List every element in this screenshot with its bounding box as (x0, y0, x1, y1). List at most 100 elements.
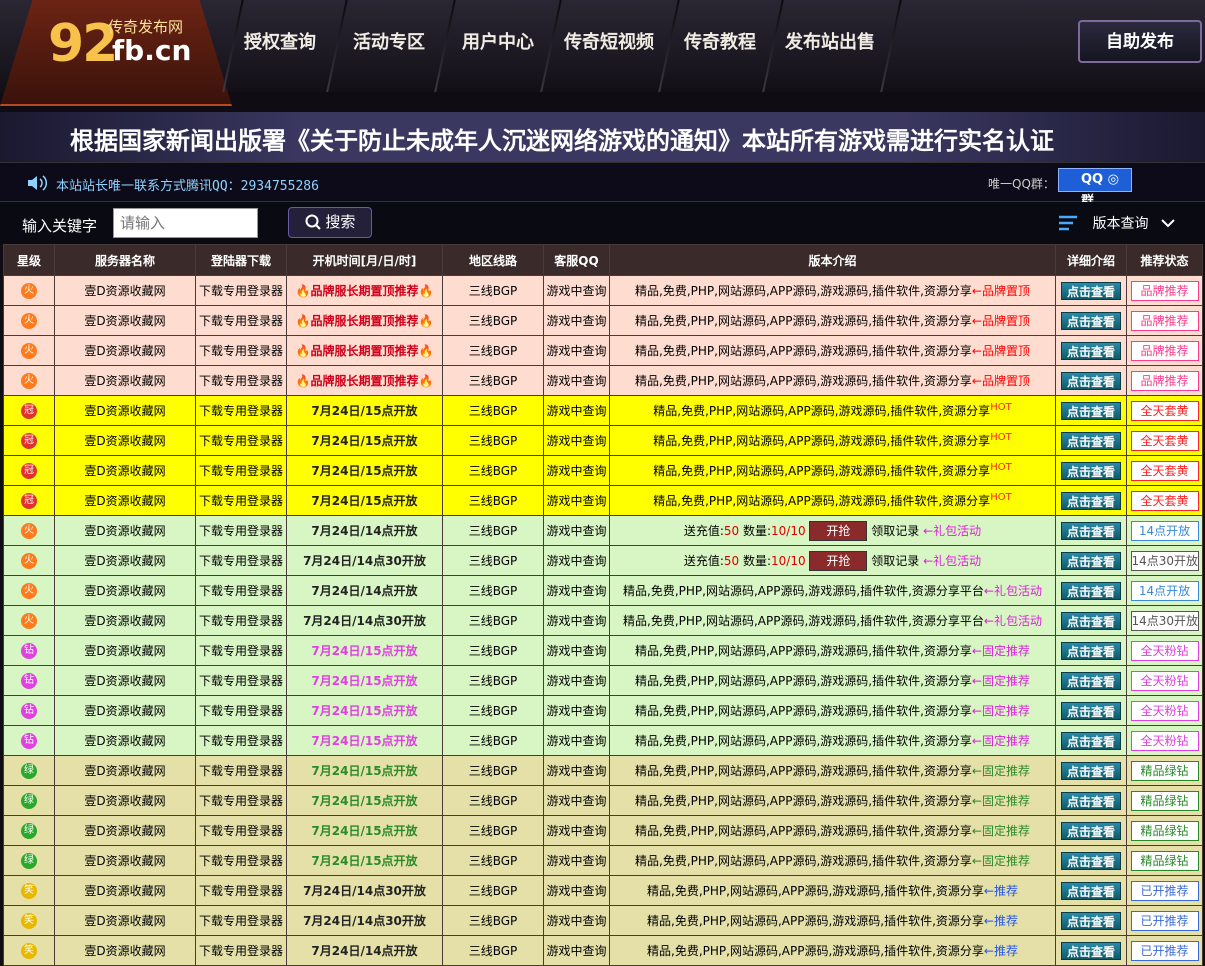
detail-button[interactable]: 点击查看 (1061, 461, 1121, 480)
launcher-download-link[interactable]: 下载专用登录器 (195, 275, 287, 306)
launcher-download-link[interactable]: 下载专用登录器 (195, 815, 287, 846)
open-time-cell: 7月24日/14点开放 (286, 515, 443, 546)
status-cell: 精品绿钻 (1126, 845, 1203, 876)
nav-auth-query[interactable]: 授权查询 (244, 28, 316, 54)
server-name-cell[interactable]: 壹D资源收藏网 (54, 785, 196, 816)
table-row: 冠壹D资源收藏网 下载专用登录器 7月24日/15点开放 三线BGP 游戏中查询 精品,免… (3, 485, 1203, 516)
server-name-cell[interactable]: 壹D资源收藏网 (54, 815, 196, 846)
star-cell: 笑 (3, 905, 55, 936)
detail-button[interactable]: 点击查看 (1061, 311, 1121, 330)
detail-button[interactable]: 点击查看 (1061, 371, 1121, 390)
launcher-download-link[interactable]: 下载专用登录器 (195, 875, 287, 906)
launcher-download-link[interactable]: 下载专用登录器 (195, 575, 287, 606)
launcher-download-link[interactable]: 下载专用登录器 (195, 845, 287, 876)
grab-button[interactable]: 开抢 (809, 520, 868, 541)
detail-button[interactable]: 点击查看 (1061, 551, 1121, 570)
launcher-download-link[interactable]: 下载专用登录器 (195, 305, 287, 336)
launcher-download-link[interactable]: 下载专用登录器 (195, 485, 287, 516)
detail-button[interactable]: 点击查看 (1061, 401, 1121, 420)
detail-button[interactable]: 点击查看 (1061, 341, 1121, 360)
server-name-cell[interactable]: 壹D资源收藏网 (54, 275, 196, 306)
launcher-download-link[interactable]: 下载专用登录器 (195, 755, 287, 786)
server-name-cell[interactable]: 壹D资源收藏网 (54, 635, 196, 666)
keyword-input[interactable] (113, 208, 258, 238)
server-name-cell[interactable]: 壹D资源收藏网 (54, 695, 196, 726)
launcher-download-link[interactable]: 下载专用登录器 (195, 365, 287, 396)
detail-button[interactable]: 点击查看 (1061, 731, 1121, 750)
server-name-cell[interactable]: 壹D资源收藏网 (54, 605, 196, 636)
launcher-download-link[interactable]: 下载专用登录器 (195, 935, 287, 966)
detail-button[interactable]: 点击查看 (1061, 521, 1121, 540)
detail-button[interactable]: 点击查看 (1061, 701, 1121, 720)
server-name-cell[interactable]: 壹D资源收藏网 (54, 305, 196, 336)
detail-button[interactable]: 点击查看 (1061, 911, 1121, 930)
launcher-download-link[interactable]: 下载专用登录器 (195, 335, 287, 366)
launcher-download-link[interactable]: 下载专用登录器 (195, 905, 287, 936)
detail-button[interactable]: 点击查看 (1061, 431, 1121, 450)
launcher-download-link[interactable]: 下载专用登录器 (195, 695, 287, 726)
server-name-cell[interactable]: 壹D资源收藏网 (54, 725, 196, 756)
header-line: 地区线路 (442, 244, 544, 276)
server-name-cell[interactable]: 壹D资源收藏网 (54, 905, 196, 936)
nav-site-sale[interactable]: 发布站出售 (785, 28, 875, 54)
server-name-cell[interactable]: 壹D资源收藏网 (54, 485, 196, 516)
server-name-cell[interactable]: 壹D资源收藏网 (54, 455, 196, 486)
open-time-cell: 7月24日/14点30开放 (286, 875, 443, 906)
nav-short-video[interactable]: 传奇短视频 (564, 28, 654, 54)
server-name-cell[interactable]: 壹D资源收藏网 (54, 665, 196, 696)
table-row: 绿壹D资源收藏网 下载专用登录器 7月24日/15点开放 三线BGP 游戏中查询 精品,免… (3, 785, 1203, 816)
launcher-download-link[interactable]: 下载专用登录器 (195, 605, 287, 636)
launcher-download-link[interactable]: 下载专用登录器 (195, 725, 287, 756)
detail-button[interactable]: 点击查看 (1061, 671, 1121, 690)
server-name-cell[interactable]: 壹D资源收藏网 (54, 575, 196, 606)
server-name-cell[interactable]: 壹D资源收藏网 (54, 395, 196, 426)
launcher-download-link[interactable]: 下载专用登录器 (195, 545, 287, 576)
server-name-cell[interactable]: 壹D资源收藏网 (54, 425, 196, 456)
version-query-dropdown[interactable]: 版本查询 (1058, 213, 1175, 233)
server-name-cell[interactable]: 壹D资源收藏网 (54, 755, 196, 786)
nav-events[interactable]: 活动专区 (353, 28, 425, 54)
detail-button[interactable]: 点击查看 (1061, 881, 1121, 900)
launcher-download-link[interactable]: 下载专用登录器 (195, 515, 287, 546)
site-logo[interactable]: 92 传奇发布网 fb.cn (0, 0, 232, 106)
detail-cell: 点击查看 (1055, 845, 1127, 876)
launcher-download-link[interactable]: 下载专用登录器 (195, 395, 287, 426)
server-name-cell[interactable]: 壹D资源收藏网 (54, 545, 196, 576)
gift-record-link[interactable]: 领取记录 (871, 524, 919, 538)
launcher-download-link[interactable]: 下载专用登录器 (195, 665, 287, 696)
qq-group-button[interactable]: QQ ◎ 群 (1058, 168, 1132, 209)
detail-button[interactable]: 点击查看 (1061, 821, 1121, 840)
server-name-cell[interactable]: 壹D资源收藏网 (54, 845, 196, 876)
detail-button[interactable]: 点击查看 (1061, 581, 1121, 600)
server-name-cell[interactable]: 壹D资源收藏网 (54, 365, 196, 396)
detail-button[interactable]: 点击查看 (1061, 641, 1121, 660)
detail-button[interactable]: 点击查看 (1061, 791, 1121, 810)
version-cell: 精品,免费,PHP,网站源码,APP源码,游戏源码,插件软件,资源分享←固定推荐 (609, 665, 1056, 696)
star-icon: 冠 (21, 463, 37, 479)
detail-button[interactable]: 点击查看 (1061, 941, 1121, 960)
detail-button[interactable]: 点击查看 (1061, 491, 1121, 510)
open-time-cell: 7月24日/15点开放 (286, 725, 443, 756)
self-publish-button[interactable]: 自助发布 (1078, 20, 1202, 63)
server-name-cell[interactable]: 壹D资源收藏网 (54, 335, 196, 366)
search-button[interactable]: 搜索 (288, 207, 372, 238)
detail-button[interactable]: 点击查看 (1061, 611, 1121, 630)
launcher-download-link[interactable]: 下载专用登录器 (195, 785, 287, 816)
launcher-download-link[interactable]: 下载专用登录器 (195, 635, 287, 666)
server-name-cell[interactable]: 壹D资源收藏网 (54, 935, 196, 966)
server-name-cell[interactable]: 壹D资源收藏网 (54, 515, 196, 546)
detail-button[interactable]: 点击查看 (1061, 851, 1121, 870)
open-time-cell: 7月24日/14点30开放 (286, 605, 443, 636)
nav-user-center[interactable]: 用户中心 (462, 28, 534, 54)
nav-tutorial[interactable]: 传奇教程 (684, 28, 756, 54)
status-badge: 全天套黄 (1130, 430, 1199, 451)
server-name-cell[interactable]: 壹D资源收藏网 (54, 875, 196, 906)
launcher-download-link[interactable]: 下载专用登录器 (195, 425, 287, 456)
grab-button[interactable]: 开抢 (809, 550, 868, 571)
launcher-download-link[interactable]: 下载专用登录器 (195, 455, 287, 486)
line-cell: 三线BGP (442, 365, 544, 396)
detail-button[interactable]: 点击查看 (1061, 281, 1121, 300)
detail-button[interactable]: 点击查看 (1061, 761, 1121, 780)
gift-record-link[interactable]: 领取记录 (871, 554, 919, 568)
line-cell: 三线BGP (442, 335, 544, 366)
